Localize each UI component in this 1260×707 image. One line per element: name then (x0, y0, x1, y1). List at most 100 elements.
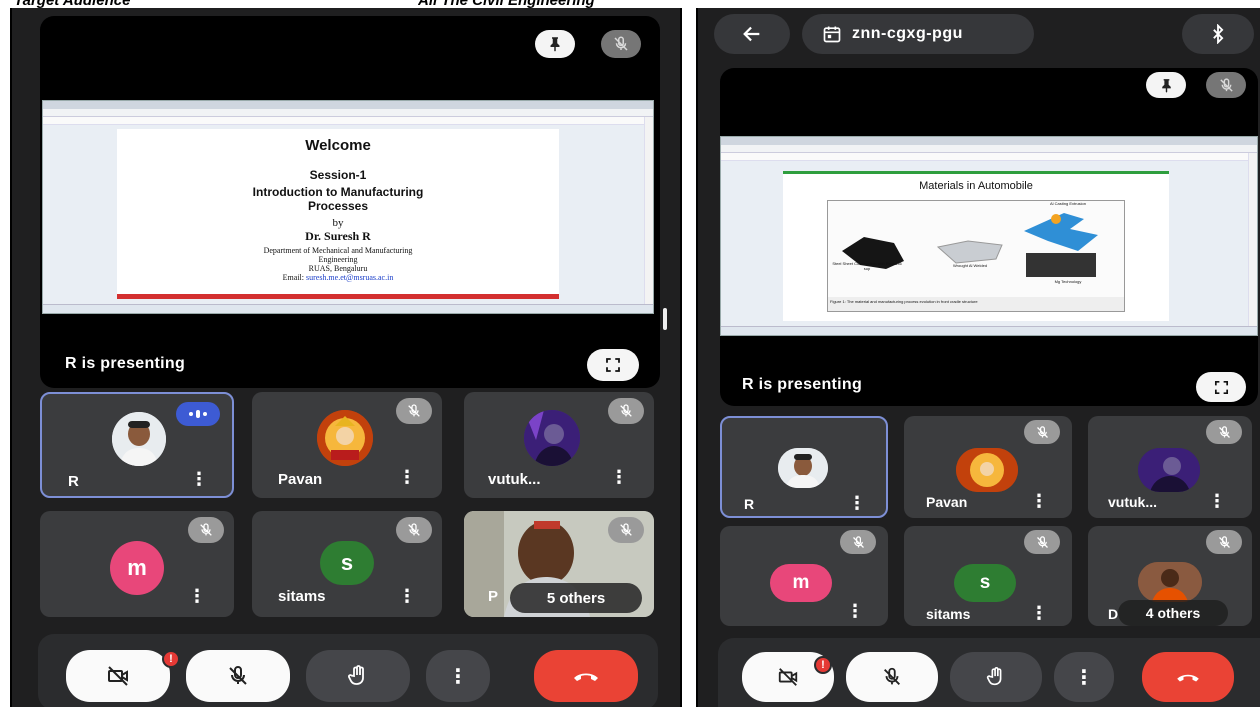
left-meet-screen: Welcome Session-1 Introduction to Manufa… (10, 8, 682, 707)
fullscreen-button[interactable] (1196, 372, 1246, 402)
mic-off-icon (884, 667, 900, 685)
muted-indicator (1024, 530, 1060, 554)
muted-indicator (608, 517, 644, 543)
presenter-mute-indicator (1206, 72, 1246, 98)
raise-hand-button[interactable] (950, 652, 1042, 702)
slide-email-label: Email: (282, 273, 304, 282)
audio-output-button[interactable] (1182, 14, 1254, 54)
bluetooth-icon (1213, 24, 1224, 44)
others-count-pill[interactable]: 4 others (1118, 600, 1228, 626)
mic-toggle-button[interactable] (186, 650, 290, 702)
participant-name: D (1108, 606, 1119, 622)
participant-tile-others[interactable]: D 4 others (1088, 526, 1252, 626)
slide-title-line2: Processes (307, 199, 369, 213)
meeting-info-button[interactable]: znn-cgxg-pgu (802, 14, 1034, 54)
mic-off-icon (620, 404, 632, 417)
back-button[interactable] (714, 14, 790, 54)
slide-author: Dr. Suresh R (305, 229, 371, 243)
participant-tile-pavan[interactable]: Pavan ⋮ (904, 416, 1072, 518)
figure-label-mg: Mg Technology (1054, 279, 1082, 284)
muted-indicator (188, 517, 224, 543)
others-count-pill[interactable]: 5 others (510, 583, 642, 613)
participant-tile-m[interactable]: m ⋮ (40, 511, 234, 617)
more-vert-icon[interactable]: ⋮ (610, 468, 628, 486)
more-vert-icon[interactable]: ⋮ (190, 470, 208, 488)
mic-off-icon (1036, 425, 1048, 438)
slide-figure: Steel Sheet Construction with Rectal36 s… (827, 200, 1125, 312)
muted-indicator (1206, 420, 1242, 444)
more-vert-icon[interactable]: ⋮ (398, 468, 416, 486)
participant-tile-pavan[interactable]: Pavan ⋮ (252, 392, 442, 498)
presentation-stage[interactable]: Materials in Automobile Steel Sheet Cons… (720, 68, 1258, 406)
mic-toggle-button[interactable] (846, 652, 938, 702)
participant-tile-m[interactable]: m ⋮ (720, 526, 888, 626)
pin-button[interactable] (535, 30, 575, 58)
camera-toggle-button[interactable] (66, 650, 170, 702)
pin-icon (550, 37, 560, 52)
mic-off-icon (1036, 535, 1048, 548)
muted-indicator (396, 517, 432, 543)
avatar-pavan (956, 448, 1018, 492)
more-vert-icon[interactable]: ⋮ (1030, 604, 1048, 622)
participant-name: vutuk... (1108, 494, 1158, 510)
muted-indicator (396, 398, 432, 424)
muted-indicator (1206, 530, 1242, 554)
mic-off-icon (1218, 535, 1230, 548)
avatar-vutuk (1138, 448, 1200, 492)
participant-name: R (68, 473, 79, 490)
avatar-vutuk (524, 410, 580, 466)
end-call-icon (574, 673, 598, 681)
more-vert-icon[interactable]: ⋮ (1208, 492, 1226, 510)
figure-label-al-casting: Al Casting Extrusion (1049, 201, 1086, 206)
camera-off-icon (108, 666, 128, 686)
more-options-button[interactable]: ⋮ (426, 650, 490, 702)
shared-screen: Welcome Session-1 Introduction to Manufa… (42, 100, 654, 314)
mic-off-icon (614, 36, 628, 51)
more-vert-icon: ⋮ (448, 665, 468, 688)
fullscreen-button[interactable] (587, 349, 639, 381)
participant-name: vutuk... (488, 471, 541, 488)
end-call-button[interactable] (534, 650, 638, 702)
mic-off-icon (1218, 425, 1230, 438)
participant-tile-sitams[interactable]: s sitams ⋮ (252, 511, 442, 617)
participant-tile-sitams[interactable]: s sitams ⋮ (904, 526, 1072, 626)
speaking-indicator (176, 402, 220, 426)
raise-hand-button[interactable] (306, 650, 410, 702)
participant-tile-r[interactable]: R ⋮ (720, 416, 888, 518)
scrollbar[interactable] (663, 308, 667, 330)
shared-screen: Materials in Automobile Steel Sheet Cons… (720, 136, 1258, 336)
raise-hand-icon (986, 667, 1002, 686)
more-vert-icon[interactable]: ⋮ (846, 602, 864, 620)
figure-label-steel: Steel Sheet Construction with Rectal36 s… (832, 261, 902, 271)
participant-tile-video[interactable]: P 5 others (464, 511, 654, 617)
participant-tile-vutuk[interactable]: vutuk... ⋮ (464, 392, 654, 498)
muted-indicator (1024, 420, 1060, 444)
slide-welcome: Welcome (305, 137, 371, 154)
more-vert-icon[interactable]: ⋮ (398, 587, 416, 605)
right-caption: All The Civil Engineering (418, 0, 595, 8)
slide-title: Materials in Automobile (919, 180, 1033, 192)
slide-org: RUAS, Bengaluru (308, 264, 368, 273)
fullscreen-icon (1214, 380, 1228, 394)
end-call-icon (1177, 674, 1199, 682)
participant-name: sitams (926, 606, 971, 622)
mic-off-icon (408, 404, 420, 417)
pin-icon (1161, 78, 1171, 93)
figure-caption: Figure 1: The material and manufacturing… (828, 297, 1124, 311)
slide-session: Session-1 (309, 168, 367, 182)
camera-off-icon (778, 668, 798, 686)
pin-button[interactable] (1146, 72, 1186, 98)
more-vert-icon[interactable]: ⋮ (188, 587, 206, 605)
slide-page: Welcome Session-1 Introduction to Manufa… (117, 129, 559, 299)
participant-tile-r[interactable]: R ⋮ (40, 392, 234, 498)
avatar-m: m (770, 564, 832, 602)
more-vert-icon[interactable]: ⋮ (1030, 492, 1048, 510)
avatar-pavan (317, 410, 373, 466)
calendar-icon (823, 26, 841, 43)
more-vert-icon[interactable]: ⋮ (848, 494, 866, 512)
end-call-button[interactable] (1142, 652, 1234, 702)
slide-by: by (332, 217, 344, 229)
participant-tile-vutuk[interactable]: vutuk... ⋮ (1088, 416, 1252, 518)
more-options-button[interactable]: ⋮ (1054, 652, 1114, 702)
presentation-stage[interactable]: Welcome Session-1 Introduction to Manufa… (40, 16, 660, 388)
